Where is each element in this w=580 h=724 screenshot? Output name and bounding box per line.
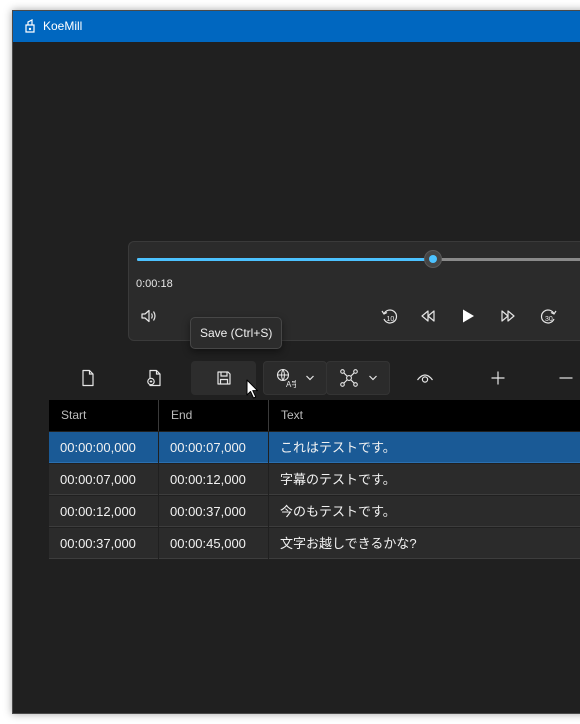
play-icon (463, 309, 474, 323)
seek-progress (137, 258, 434, 261)
column-header-end[interactable]: End (159, 400, 268, 431)
table-row[interactable]: 00:00:00,000 00:00:07,000 これはテストです。 (49, 432, 580, 463)
seek-thumb[interactable] (424, 250, 443, 268)
app-window: KoeMill 0:00:18 10 30 A Start End Text 0… (12, 10, 580, 714)
preview-button[interactable] (408, 361, 442, 395)
window-title: KoeMill (43, 19, 83, 33)
cell-end[interactable]: 00:00:07,000 (159, 432, 268, 463)
cell-text[interactable]: 字幕のテストです。 (269, 464, 580, 495)
save-tooltip: Save (Ctrl+S) (190, 317, 283, 349)
new-file-icon (82, 369, 94, 387)
translate-dropdown-button[interactable]: A字 (263, 361, 327, 395)
remove-icon (559, 377, 573, 379)
grid-header: Start End Text (49, 400, 580, 431)
cell-text[interactable]: 今のもテストです。 (269, 496, 580, 527)
cell-text[interactable]: 文字お越しできるかな? (269, 528, 580, 559)
rewind-10-button[interactable]: 10 (377, 304, 401, 328)
cell-start[interactable]: 00:00:12,000 (49, 496, 158, 527)
rewind-10-icon: 10 (381, 309, 398, 324)
mouse-cursor-icon (246, 379, 258, 399)
cell-end[interactable]: 00:00:45,000 (159, 528, 268, 559)
next-icon (501, 310, 515, 322)
cell-start[interactable]: 00:00:37,000 (49, 528, 158, 559)
chevron-down-icon (368, 375, 377, 381)
remove-row-button[interactable] (549, 361, 580, 395)
svg-text:30: 30 (545, 316, 553, 323)
current-time: 0:00:18 (136, 278, 173, 290)
cell-text[interactable]: これはテストです。 (269, 432, 580, 463)
cell-start[interactable]: 00:00:07,000 (49, 464, 158, 495)
cell-end[interactable]: 00:00:37,000 (159, 496, 268, 527)
play-button[interactable] (456, 304, 480, 328)
open-file-button[interactable] (137, 361, 171, 395)
column-header-text[interactable]: Text (269, 400, 580, 431)
subtitle-grid: Start End Text 00:00:00,000 00:00:07,000… (49, 400, 580, 559)
chevron-down-icon (305, 375, 314, 381)
next-button[interactable] (496, 304, 520, 328)
svg-text:10: 10 (387, 316, 395, 323)
cell-end[interactable]: 00:00:12,000 (159, 464, 268, 495)
cell-start[interactable]: 00:00:00,000 (49, 432, 158, 463)
forward-30-icon: 30 (540, 309, 557, 324)
translate-icon: A字 (276, 368, 296, 388)
open-file-icon (147, 369, 161, 387)
column-header-start[interactable]: Start (49, 400, 158, 431)
previous-button[interactable] (416, 304, 440, 328)
table-row[interactable]: 00:00:37,000 00:00:45,000 文字お越しできるかな? (49, 528, 580, 559)
previous-icon (421, 310, 435, 322)
add-row-button[interactable] (481, 361, 515, 395)
volume-button[interactable] (137, 304, 161, 328)
app-logo-icon (25, 19, 35, 33)
network-icon (339, 369, 358, 387)
network-dropdown-button[interactable] (326, 361, 390, 395)
table-row[interactable]: 00:00:12,000 00:00:37,000 今のもテストです。 (49, 496, 580, 527)
new-file-button[interactable] (71, 361, 105, 395)
forward-30-button[interactable]: 30 (537, 304, 561, 328)
title-bar[interactable]: KoeMill (13, 11, 580, 42)
table-row[interactable]: 00:00:07,000 00:00:12,000 字幕のテストです。 (49, 464, 580, 495)
svg-text:A字: A字 (286, 379, 296, 388)
volume-icon (141, 309, 156, 323)
eye-icon (417, 374, 433, 383)
save-icon (216, 371, 231, 385)
add-icon (491, 371, 505, 385)
